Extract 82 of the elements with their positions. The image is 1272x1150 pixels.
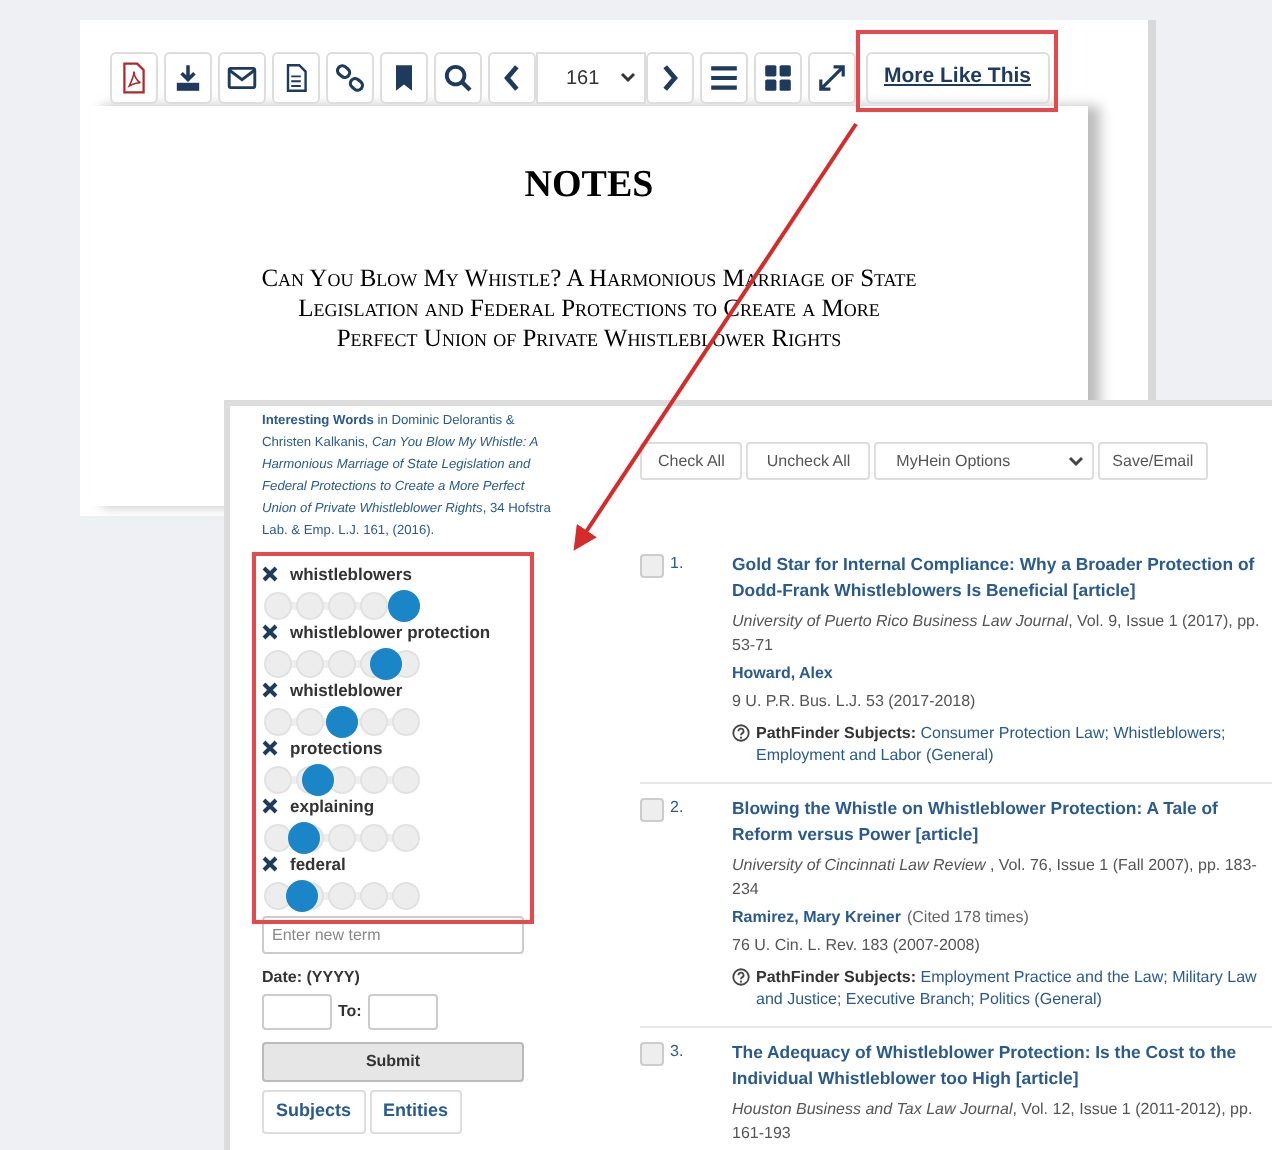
document-button[interactable] (272, 52, 320, 104)
pdf-button[interactable] (110, 52, 158, 104)
result-number: 2. (668, 796, 686, 820)
slider-track[interactable] (264, 882, 420, 910)
chevron-down-icon (620, 72, 636, 84)
result-title-link[interactable]: Blowing the Whistle on Whistleblower Protection: A Tale of Reform versus Power [article] (732, 796, 1272, 848)
citation-text: 76 U. Cin. L. Rev. 183 (2007-2008) (732, 934, 982, 958)
slider-thumb[interactable] (301, 764, 334, 796)
chevron-right-button[interactable] (646, 52, 694, 104)
slider-track[interactable] (264, 708, 420, 736)
checkbox[interactable] (640, 1042, 664, 1066)
pdf-icon (118, 62, 150, 94)
remove-icon[interactable] (262, 740, 278, 756)
menu-button[interactable] (700, 52, 748, 104)
expand-button[interactable] (808, 52, 856, 104)
chevron-left-button[interactable] (488, 52, 536, 104)
slider-thumb[interactable] (369, 648, 402, 680)
result-number: 3. (668, 1040, 686, 1064)
checkbox[interactable] (640, 554, 664, 578)
date-label: Date: (YYYY) (262, 966, 362, 990)
grid-icon (762, 62, 794, 94)
grid-button[interactable] (754, 52, 802, 104)
remove-icon[interactable] (262, 682, 278, 698)
search-icon (442, 62, 474, 94)
cited-count: (Cited 178 times) (906, 906, 1029, 930)
help-icon[interactable] (732, 968, 750, 986)
citation-text: 9 U. P.R. Bus. L.J. 53 (2017-2018) (732, 690, 978, 714)
source-text: Houston Business and Tax Law Journal, Vol. 12, Issue 1 (2011-2012), pp. 161-193 (732, 1098, 1255, 1146)
link-icon (334, 62, 366, 94)
chevron-down-icon (1068, 455, 1085, 467)
remove-icon[interactable] (262, 856, 278, 872)
download-icon (172, 62, 204, 94)
slider-thumb[interactable] (288, 822, 321, 854)
slider-thumb[interactable] (388, 590, 420, 622)
bookmark-button[interactable] (380, 52, 428, 104)
to-label: To: (338, 1000, 362, 1024)
date-from-field[interactable] (262, 994, 332, 1030)
slider-thumb[interactable] (286, 880, 319, 912)
subjects-text: PathFinder Subjects: Employment Practice and the Law; Military Law and Justice; Executive Branch; Politics (General) (756, 966, 1259, 1010)
source-text: University of Puerto Rico Business Law Journal, Vol. 9, Issue 1 (2017), pp. 53-71 (732, 610, 1262, 658)
link-button[interactable] (326, 52, 374, 104)
slider-thumb[interactable] (326, 706, 358, 738)
term-label: whistleblower (290, 678, 403, 702)
tab[interactable]: Entities (369, 1090, 463, 1134)
tab[interactable]: Subjects (262, 1090, 366, 1134)
remove-icon[interactable] (262, 624, 278, 640)
checkbox[interactable] (640, 798, 664, 822)
new-term-field[interactable]: Enter new term (262, 916, 524, 954)
mail-button[interactable] (218, 52, 266, 104)
options-dropdown[interactable]: MyHein Options (874, 442, 1095, 480)
slider-track[interactable] (264, 592, 420, 620)
slider-track[interactable] (264, 824, 420, 852)
date-to-field[interactable] (367, 994, 438, 1030)
remove-icon[interactable] (262, 566, 278, 582)
author-link[interactable]: Ramirez, Mary Kreiner (732, 906, 901, 930)
save-email-button[interactable]: Save/Email (1098, 442, 1208, 480)
result-title-link[interactable]: Gold Star for Internal Compliance: Why a Broader Protection of Dodd-Frank Whistleblowers Is Beneficial [article] (732, 552, 1272, 604)
search-button[interactable] (434, 52, 482, 104)
term-label: federal (290, 852, 346, 876)
expand-icon (816, 62, 848, 94)
term-label: explaining (290, 794, 375, 818)
more-like-this-link[interactable]: More Like This (866, 52, 1050, 104)
slider-track[interactable] (264, 650, 420, 678)
result-title-link[interactable]: The Adequacy of Whistleblower Protection: Is the Cost to the Individual Whistleblower too High [article] (732, 1040, 1272, 1092)
remove-icon[interactable] (262, 798, 278, 814)
page-select[interactable]: 161 (536, 52, 646, 104)
term-label: whistleblowers (290, 562, 412, 586)
download-button[interactable] (164, 52, 212, 104)
menu-icon (708, 62, 740, 94)
uncheck-all-button[interactable]: Uncheck All (746, 442, 871, 480)
subjects-text: PathFinder Subjects: Consumer Protection Law; Whistleblowers; Employment and Labor (General) (756, 722, 1228, 766)
source-text: University of Cincinnati Law Review , Vol. 76, Issue 1 (Fall 2007), pp. 183-234 (732, 854, 1259, 902)
slider-track[interactable] (264, 766, 420, 794)
term-label: protections (290, 736, 383, 760)
check-all-button[interactable]: Check All (640, 442, 743, 480)
mail-icon (226, 62, 258, 94)
term-label: whistleblower protection (290, 620, 491, 644)
author-link[interactable]: Howard, Alex (732, 662, 833, 686)
document-heading: NOTES (524, 166, 654, 204)
submit-button[interactable]: Submit (262, 1042, 524, 1082)
help-icon[interactable] (732, 724, 750, 742)
result-number: 1. (668, 552, 686, 576)
